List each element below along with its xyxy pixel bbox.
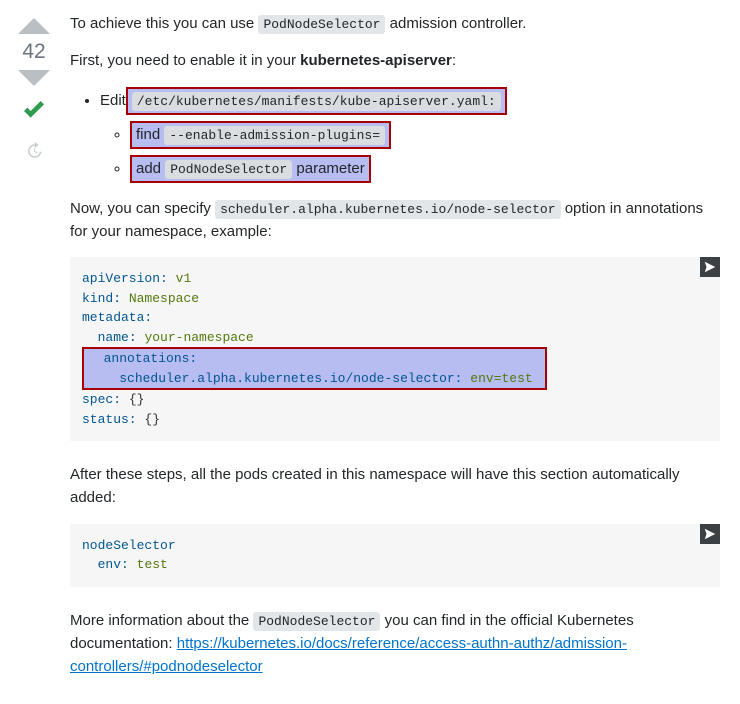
snippet-icon[interactable] [700, 524, 720, 544]
bullet-list-nested: find --enable-admission-plugins= add Pod… [100, 121, 720, 183]
text: Now, you can specify [70, 200, 215, 217]
code-key: env: [98, 557, 129, 572]
inline-code: --enable-admission-plugins= [164, 126, 385, 145]
list-item: Edit /etc/kubernetes/manifests/kube-apis… [100, 87, 720, 183]
code-key: scheduler.alpha.kubernetes.io/node-selec… [119, 371, 462, 386]
code-val: v1 [176, 271, 192, 286]
inline-code: /etc/kubernetes/manifests/kube-apiserver… [132, 92, 501, 111]
bold-text: kubernetes-apiserver [300, 52, 452, 69]
code-key: spec: [82, 392, 121, 407]
text: add [136, 160, 165, 177]
code-val: env=test [470, 371, 532, 386]
text: parameter [292, 160, 365, 177]
code-block: nodeSelector env: test [70, 524, 720, 587]
code-key: status: [82, 412, 137, 427]
vote-score: 42 [22, 40, 45, 64]
text: Edit [100, 92, 126, 109]
code-val: {} [144, 412, 160, 427]
list-item: find --enable-admission-plugins= [130, 121, 720, 149]
code-val: {} [129, 392, 145, 407]
answer-body: To achieve this you can use PodNodeSelec… [56, 12, 720, 692]
highlighted-box: /etc/kubernetes/manifests/kube-apiserver… [126, 87, 507, 115]
code-block: apiVersion: v1 kind: Namespace metadata:… [70, 257, 720, 441]
code-key: nodeSelector [82, 538, 176, 553]
code-key: kind: [82, 291, 121, 306]
code-key: apiVersion: [82, 271, 168, 286]
paragraph: Now, you can specify scheduler.alpha.kub… [70, 197, 720, 244]
paragraph: After these steps, all the pods created … [70, 463, 720, 510]
inline-code: PodNodeSelector [165, 160, 292, 179]
history-icon[interactable] [25, 142, 43, 164]
code-key: metadata: [82, 310, 152, 325]
code-val: Namespace [129, 291, 199, 306]
paragraph: To achieve this you can use PodNodeSelec… [70, 12, 720, 35]
text: find [136, 126, 164, 143]
snippet-icon[interactable] [700, 257, 720, 277]
vote-column: 42 [12, 12, 56, 164]
code-val: test [137, 557, 168, 572]
code-key: name: [98, 330, 137, 345]
paragraph: More information about the PodNodeSelect… [70, 609, 720, 679]
downvote-button[interactable] [18, 70, 50, 86]
highlighted-box: annotations: scheduler.alpha.kubernetes.… [82, 347, 547, 390]
bullet-list: Edit /etc/kubernetes/manifests/kube-apis… [70, 87, 720, 183]
code-val: your-namespace [144, 330, 253, 345]
list-item: add PodNodeSelector parameter [130, 155, 720, 183]
upvote-button[interactable] [18, 18, 50, 34]
highlighted-box: find --enable-admission-plugins= [130, 121, 391, 149]
inline-code: PodNodeSelector [253, 612, 380, 631]
accepted-icon [19, 96, 49, 132]
inline-code: PodNodeSelector [258, 15, 385, 34]
text: More information about the [70, 612, 253, 629]
text: admission controller. [385, 15, 526, 32]
inline-code: scheduler.alpha.kubernetes.io/node-selec… [215, 200, 560, 219]
text: First, you need to enable it in your [70, 52, 300, 69]
highlighted-box: add PodNodeSelector parameter [130, 155, 371, 183]
text: : [452, 52, 456, 69]
text: To achieve this you can use [70, 15, 258, 32]
paragraph: First, you need to enable it in your kub… [70, 49, 720, 72]
code-key: annotations: [104, 351, 198, 366]
